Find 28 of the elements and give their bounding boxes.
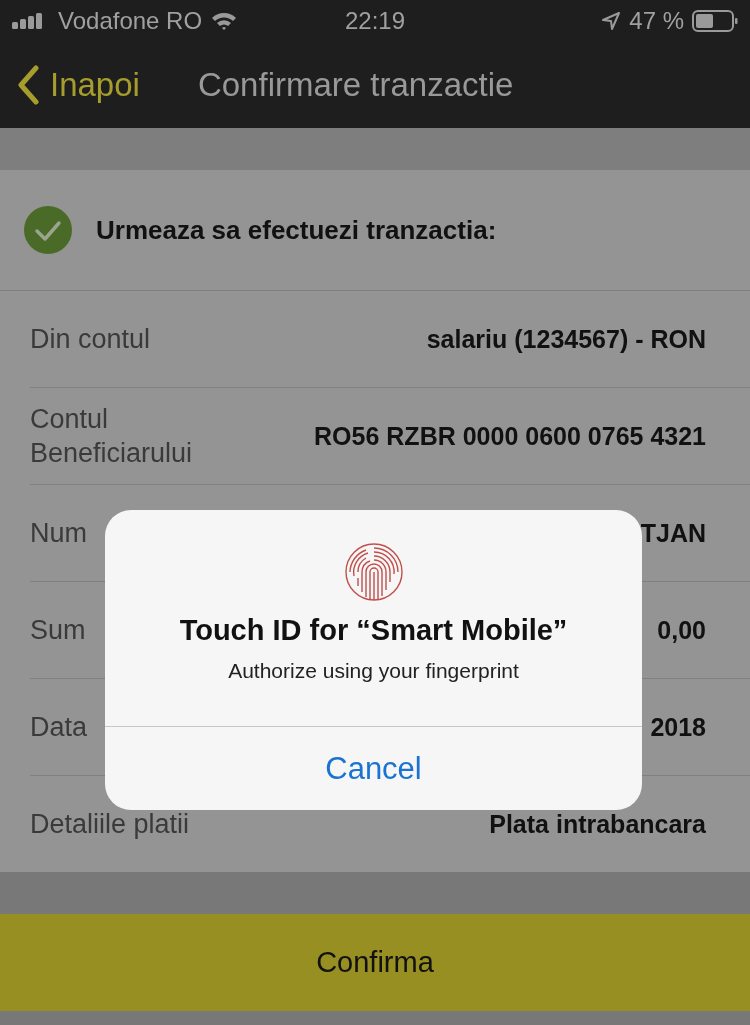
field-value: TJAN bbox=[640, 518, 706, 548]
field-label: Detaliile platii bbox=[30, 808, 190, 841]
chevron-left-icon bbox=[16, 65, 40, 105]
field-value: 0,00 bbox=[657, 615, 706, 645]
location-arrow-icon bbox=[601, 11, 622, 31]
field-value: salariu (1234567) - RON bbox=[426, 324, 706, 354]
field-label: Sum bbox=[30, 614, 86, 647]
field-label: Din contul bbox=[30, 323, 151, 356]
field-label: Contul Beneficiarului bbox=[30, 403, 194, 470]
field-label: Data bbox=[30, 711, 88, 744]
battery-percent: 47 % bbox=[629, 7, 684, 35]
cancel-button[interactable]: Cancel bbox=[105, 726, 642, 810]
battery-icon bbox=[692, 10, 738, 32]
dialog-message: Authorize using your fingerprint bbox=[228, 659, 519, 683]
clock-time: 22:19 bbox=[344, 7, 406, 35]
carrier-name: Vodafone RO bbox=[58, 7, 203, 35]
field-label: Num bbox=[30, 517, 87, 550]
field-value: RO56 RZBR 0000 0600 0765 4321 bbox=[314, 421, 706, 451]
confirm-button[interactable]: Confirma bbox=[0, 914, 750, 1011]
check-circle-icon bbox=[24, 206, 72, 254]
field-value: Plata intrabancara bbox=[489, 809, 706, 839]
fingerprint-icon bbox=[343, 542, 404, 602]
header-text: Urmeaza sa efectuezi tranzactia: bbox=[96, 214, 497, 246]
back-button[interactable]: Inapoi bbox=[16, 65, 140, 105]
page-title: Confirmare tranzactie bbox=[197, 66, 514, 104]
field-value: 2018 bbox=[650, 712, 706, 742]
wifi-icon bbox=[210, 11, 239, 31]
dialog-title: Touch ID for “Smart Mobile” bbox=[179, 614, 568, 647]
